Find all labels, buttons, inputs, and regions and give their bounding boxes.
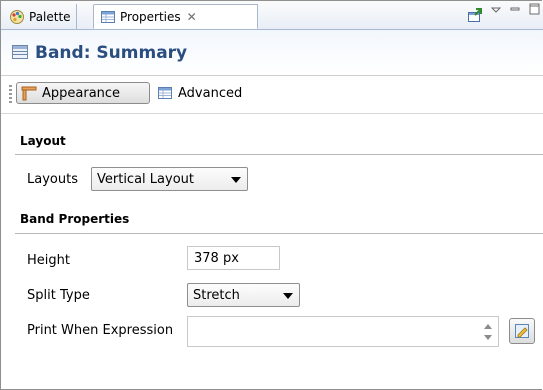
tab-advanced[interactable]: Advanced: [155, 82, 242, 104]
tab-palette[interactable]: Palette: [3, 4, 77, 29]
spinner-down-icon[interactable]: [484, 335, 492, 340]
tab-properties-label: Properties: [120, 9, 181, 24]
split-type-label: Split Type: [27, 288, 90, 303]
section-title-band-properties: Band Properties: [20, 212, 130, 226]
form-header: Band: Summary: [1, 30, 543, 74]
chevron-down-icon: [231, 177, 241, 183]
tab-palette-label: Palette: [29, 9, 71, 24]
layouts-label: Layouts: [27, 172, 78, 187]
tab-appearance-label: Appearance: [42, 85, 121, 101]
layouts-select-value: Vertical Layout: [97, 171, 194, 187]
palette-icon: [9, 9, 25, 25]
tab-appearance[interactable]: Appearance: [16, 82, 150, 104]
toolbar-grip-icon: [9, 85, 12, 103]
chevron-down-icon: [283, 293, 293, 299]
expression-spinner[interactable]: [481, 318, 495, 344]
tabs-divider: [1, 113, 543, 114]
header-divider: [1, 75, 543, 76]
layouts-select[interactable]: Vertical Layout: [91, 167, 248, 191]
minimize-icon[interactable]: [509, 4, 521, 18]
section-tabs: Appearance Advanced: [1, 77, 543, 109]
expression-editor-icon: [514, 323, 530, 342]
close-icon[interactable]: ✕: [187, 10, 197, 24]
height-label: Height: [27, 253, 70, 268]
spinner-up-icon[interactable]: [484, 324, 492, 329]
tab-advanced-label: Advanced: [178, 85, 243, 101]
maximize-icon[interactable]: [528, 2, 542, 19]
pin-icon[interactable]: [467, 7, 483, 26]
properties-table-icon: [100, 9, 116, 25]
band-icon: [11, 44, 29, 63]
section-title-layout: Layout: [20, 134, 66, 148]
appearance-icon: [21, 85, 37, 101]
section-divider: [15, 154, 543, 155]
section-divider: [15, 233, 543, 234]
view-tab-strip: Palette Properties ✕: [1, 1, 543, 30]
split-type-select-value: Stretch: [193, 287, 240, 303]
split-type-select[interactable]: Stretch: [187, 283, 300, 307]
print-when-expression-label: Print When Expression: [27, 323, 174, 338]
height-value: 378 px: [194, 250, 239, 266]
advanced-table-icon: [157, 85, 173, 101]
height-field[interactable]: 378 px: [187, 246, 280, 270]
print-when-expression-field[interactable]: [187, 316, 499, 347]
page-title: Band: Summary: [35, 43, 188, 63]
expression-editor-button[interactable]: [509, 318, 535, 344]
tab-properties[interactable]: Properties ✕: [93, 4, 258, 29]
view-menu-icon[interactable]: [490, 4, 502, 18]
